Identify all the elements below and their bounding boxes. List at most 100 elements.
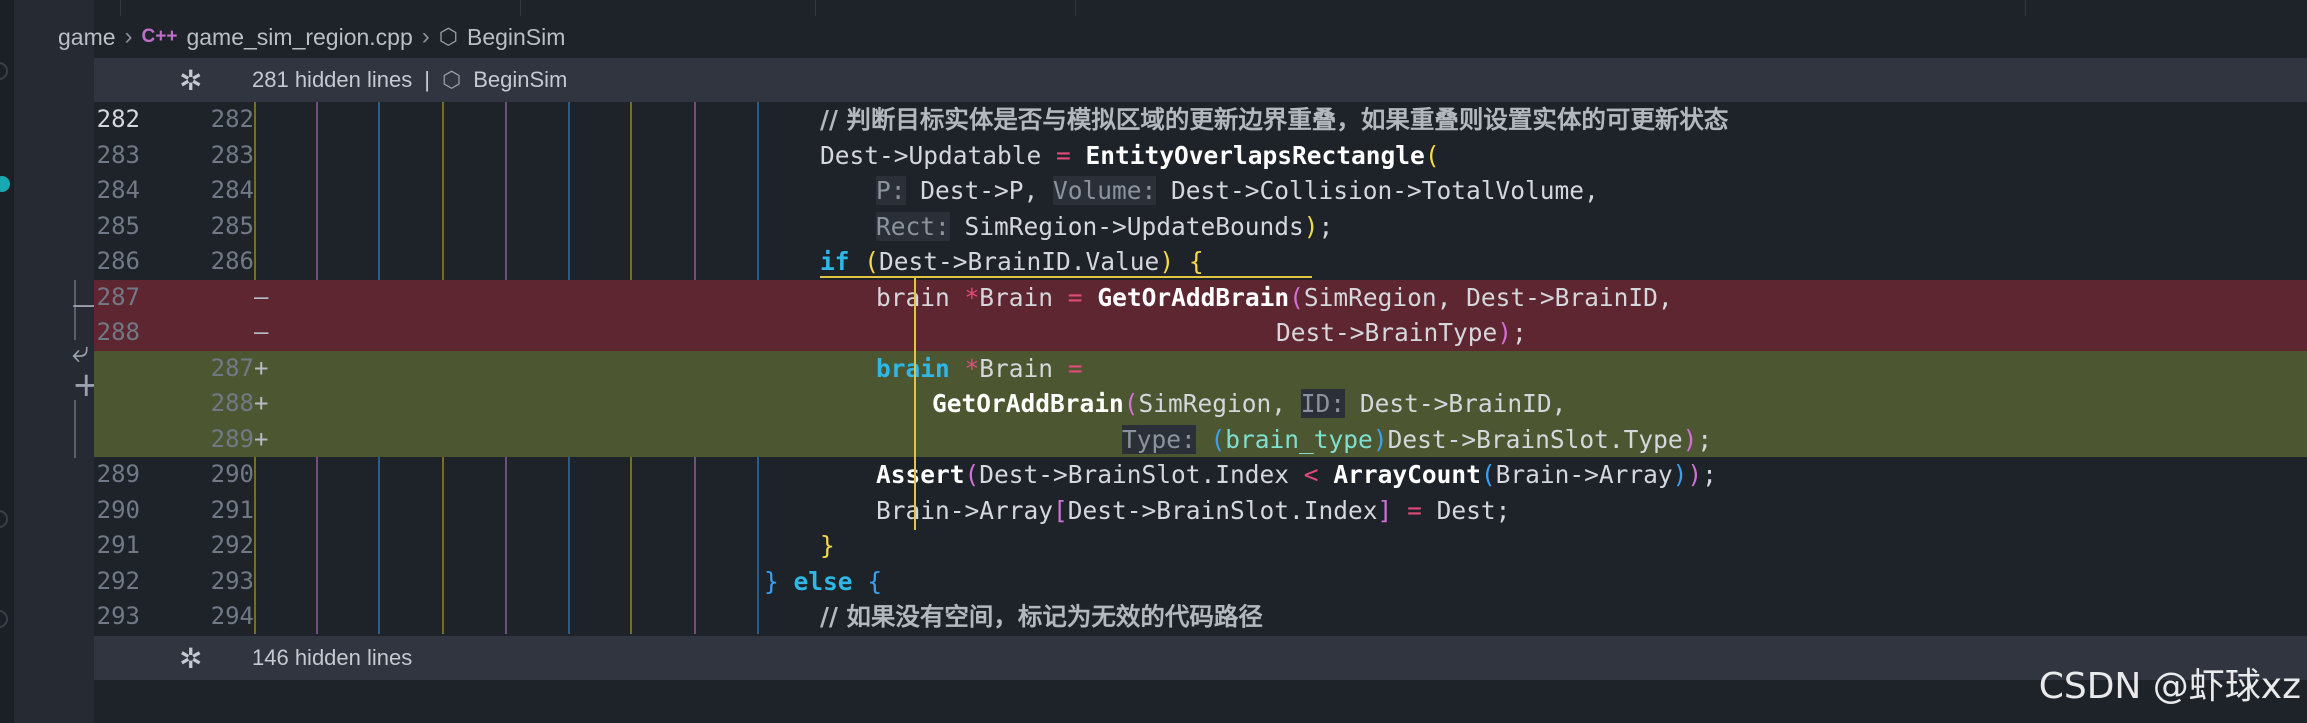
expand-fold-icon[interactable]: ✲ [179,642,202,675]
hidden-lines-label: 146 hidden lines [252,645,413,670]
code-text[interactable]: Type: (brain_type)Dest->BrainSlot.Type); [1122,422,1712,458]
line-number-original[interactable]: 283 [94,138,140,174]
line-number-original[interactable]: 290 [94,493,140,529]
activity-icon[interactable] [0,610,8,628]
code-token: brain [876,353,950,383]
code-token: } [820,531,835,560]
breadcrumb-folder[interactable]: game [58,24,116,51]
scope-underline [820,276,1312,278]
code-text[interactable]: Dest->BrainType); [1276,315,1527,351]
code-token: ) [1682,424,1698,454]
line-number-original[interactable]: 282 [94,102,140,138]
line-number-original[interactable]: 287 [94,280,140,316]
line-number-original[interactable] [94,351,140,387]
code-text[interactable]: if (Dest->BrainID.Value) { [820,244,1204,280]
code-text[interactable]: Dest->Updatable = EntityOverlapsRectangl… [820,138,1440,174]
code-token: ; [1318,211,1334,241]
diff-editor[interactable]: 282 282 // 判断目标实体是否与模拟区域的更新边界重叠，如果重叠则设置实体的… [94,102,2307,634]
code-text[interactable]: } else { [764,564,882,600]
code-line[interactable]: 286 286 if (Dest->BrainID.Value) { [94,244,2307,280]
hidden-lines-bar-bottom[interactable]: ✲ 146 hidden lines [94,636,2307,680]
code-text[interactable]: Rect: SimRegion->UpdateBounds); [876,209,1333,245]
code-text[interactable]: // 判断目标实体是否与模拟区域的更新边界重叠，如果重叠则设置实体的可更新状态 [820,102,1728,138]
expand-fold-icon[interactable]: ✲ [179,64,202,97]
line-number-modified[interactable] [154,280,254,316]
line-number-original[interactable]: 293 [94,599,140,635]
line-number-modified[interactable]: 287 [154,351,254,387]
line-number-modified[interactable]: 292 [154,528,254,564]
line-number-modified[interactable]: 288 [154,386,254,422]
line-number-original[interactable]: 292 [94,564,140,600]
added-code-line[interactable]: 288 + GetOrAddBrain(SimRegion, ID: Dest->B… [94,386,2307,422]
diff-marker [254,457,274,493]
method-cube-icon: ⬡ [441,67,462,92]
tab-segment[interactable] [1625,0,2026,16]
code-text[interactable]: } [820,528,835,564]
code-token: Dest; [1421,495,1511,525]
code-token: ) [1303,211,1319,241]
code-token: ) [1159,247,1175,276]
chevron-right-icon: › [421,23,430,50]
code-line[interactable]: 290 291 Brain->Array[Dest->BrainSlot.Index… [94,493,2307,529]
line-number-modified[interactable]: 290 [154,457,254,493]
code-token: Brain->Array [876,495,1054,525]
line-number-original[interactable] [94,386,140,422]
line-number-modified[interactable]: 285 [154,209,254,245]
activity-icon[interactable] [0,62,8,80]
line-number-modified[interactable]: 293 [154,564,254,600]
deleted-code-line[interactable]: 287 — brain *Brain = GetOrAddBrain(SimRegi… [94,279,2307,316]
line-number-original[interactable]: 288 [94,315,140,351]
code-token: = [1056,140,1071,170]
line-number-modified[interactable]: 284 [154,173,254,209]
code-token: // 判断目标实体是否与模拟区域的更新边界重叠，如果重叠则设置实体的可更新状态 [820,105,1729,134]
line-number-modified[interactable]: 286 [154,244,254,280]
line-number-original[interactable]: 286 [94,244,140,280]
line-number-original[interactable]: 289 [94,457,140,493]
tab-segment[interactable] [815,0,1076,16]
fold-symbol[interactable]: BeginSim [473,67,567,93]
breadcrumb-file[interactable]: game_sim_region.cpp [186,24,412,51]
code-line[interactable]: 284 284 P: Dest->P, Volume: Dest->Collisio… [94,173,2307,209]
line-number-modified[interactable]: 283 [154,138,254,174]
added-code-line[interactable]: 287 + brain *Brain = [94,350,2307,387]
code-text[interactable]: GetOrAddBrain(SimRegion, ID: Dest->Brain… [932,386,1566,422]
code-text[interactable]: Assert(Dest->BrainSlot.Index < ArrayCoun… [876,457,1717,493]
line-number-modified[interactable]: 282 [154,102,254,138]
code-token: } [764,566,779,596]
code-line[interactable]: 291 292} [94,528,2307,564]
tab-segment[interactable] [520,0,816,16]
code-token: ; [1697,424,1713,454]
deleted-code-line[interactable]: 288 — Dest->BrainType); [94,315,2307,351]
code-line[interactable]: 282 282 // 判断目标实体是否与模拟区域的更新边界重叠，如果重叠则设置实体的… [94,102,2307,138]
code-line[interactable]: 283 283 Dest->Updatable = EntityOverlapsRe… [94,138,2307,174]
code-line[interactable]: 292 293 } else { [94,564,2307,600]
code-text[interactable]: brain *Brain = [876,351,1083,387]
code-token: Type: [1122,424,1196,454]
line-number-original[interactable]: 291 [94,528,140,564]
code-line[interactable]: 289 290 Assert(Dest->BrainSlot.Index < Arr… [94,457,2307,493]
code-text[interactable]: P: Dest->P, Volume: Dest->Collision->Tot… [876,173,1599,209]
code-line[interactable]: 285 285 Rect: SimRegion->UpdateBounds); [94,209,2307,245]
code-line[interactable]: 293 294 // 如果没有空间，标记为无效的代码路径 [94,599,2307,635]
breadcrumb-symbol[interactable]: BeginSim [467,24,565,51]
line-number-original[interactable]: 285 [94,209,140,245]
editor-tab-strip [0,0,2307,16]
line-number-modified[interactable] [154,315,254,351]
line-number-modified[interactable]: 289 [154,422,254,458]
line-number-modified[interactable]: 294 [154,599,254,635]
code-text[interactable]: Brain->Array[Dest->BrainSlot.Index] = De… [876,493,1510,529]
diff-marker [254,244,274,280]
code-text[interactable]: // 如果没有空间，标记为无效的代码路径 [820,599,1263,635]
added-code-line[interactable]: 289 + Type: (brain_type)Dest->BrainSlot.Ty… [94,421,2307,458]
hidden-lines-bar-top[interactable]: ✲ 281 hidden lines | ⬡ BeginSim [94,58,2307,102]
code-text[interactable]: brain *Brain = GetOrAddBrain(SimRegion, … [876,280,1673,316]
tab-segment[interactable] [120,0,521,16]
code-token: { [1188,247,1204,276]
line-number-modified[interactable]: 291 [154,493,254,529]
line-number-original[interactable]: 284 [94,173,140,209]
line-number-original[interactable] [94,422,140,458]
notification-badge-icon[interactable] [0,176,10,192]
activity-icon[interactable] [0,510,8,528]
